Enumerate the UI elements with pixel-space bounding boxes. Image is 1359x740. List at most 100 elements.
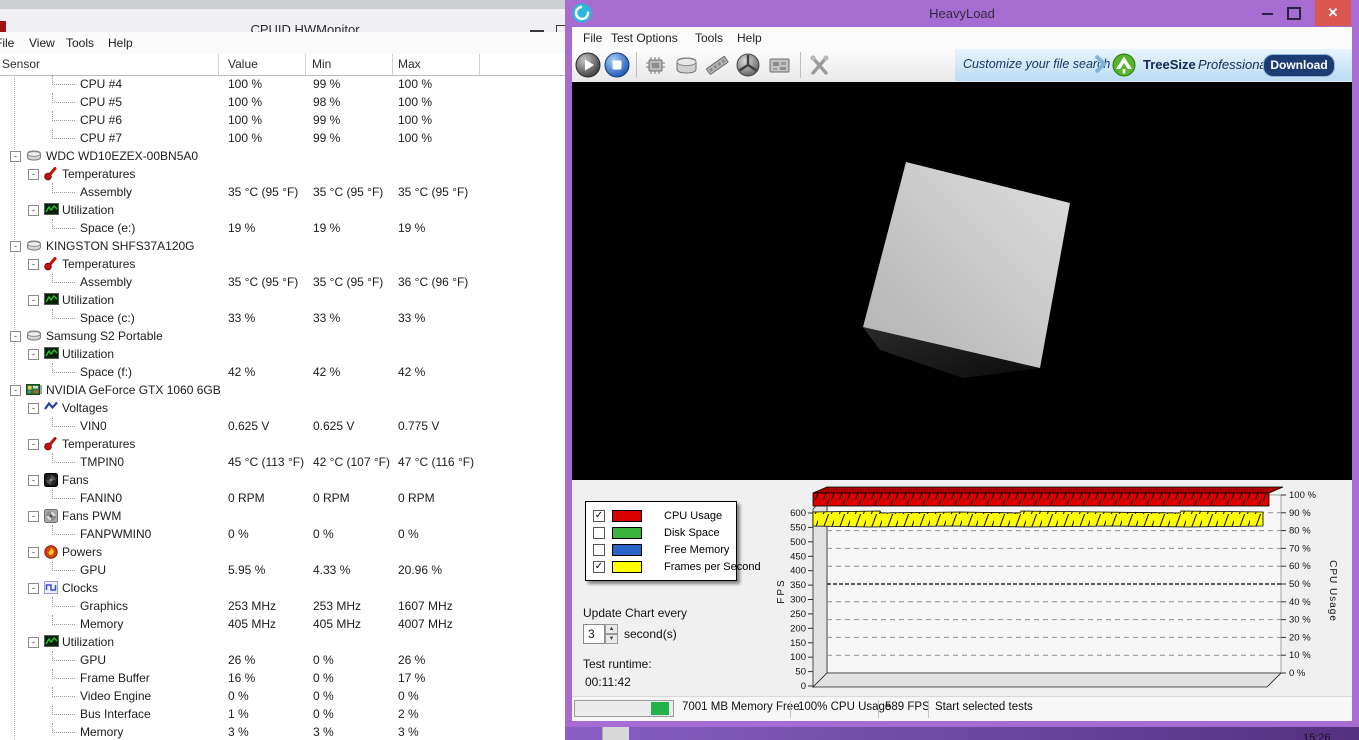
expand-toggle[interactable]: -: [28, 403, 39, 414]
tree-row[interactable]: Assembly35 °C (95 °F)35 °C (95 °F)35 °C …: [0, 183, 565, 201]
expand-toggle[interactable]: -: [10, 385, 21, 396]
tree-row[interactable]: CPU #7100 %99 %100 %: [0, 129, 565, 147]
tree-row[interactable]: CPU #6100 %99 %100 %: [0, 111, 565, 129]
tree-row[interactable]: Space (c:)33 %33 %33 %: [0, 309, 565, 327]
column-max[interactable]: Max: [398, 57, 421, 71]
tree-row[interactable]: -Samsung S2 Portable: [0, 327, 565, 345]
column-sensor[interactable]: Sensor: [2, 57, 40, 71]
disk-test-icon[interactable]: [673, 52, 700, 79]
expand-toggle[interactable]: -: [28, 547, 39, 558]
stop-test-button[interactable]: [604, 52, 631, 79]
menu-file[interactable]: File: [583, 31, 602, 45]
tree-row[interactable]: -Temperatures: [0, 165, 565, 183]
menu-help[interactable]: Help: [108, 36, 133, 50]
tree-row[interactable]: -KINGSTON SHFS37A120G: [0, 237, 565, 255]
tree-row[interactable]: CPU #4100 %99 %100 %: [0, 75, 565, 93]
stepper-up-button[interactable]: ▲: [605, 624, 618, 634]
tree-row[interactable]: VIN00.625 V0.625 V0.775 V: [0, 417, 565, 435]
expand-toggle[interactable]: -: [28, 169, 39, 180]
tree-row[interactable]: -Voltages: [0, 399, 565, 417]
sensor-max: 36 °C (96 °F): [398, 275, 468, 289]
sensor-max: 19 %: [398, 221, 425, 235]
svg-text:30 %: 30 %: [1289, 615, 1311, 626]
windows-taskbar[interactable]: 15:26: [565, 727, 1359, 740]
tree-row[interactable]: -Utilization: [0, 291, 565, 309]
tree-row[interactable]: Assembly35 °C (95 °F)35 °C (95 °F)36 °C …: [0, 273, 565, 291]
expand-toggle[interactable]: -: [28, 259, 39, 270]
legend-item: ✓Frames per Second: [586, 559, 736, 576]
column-separator[interactable]: [218, 54, 219, 75]
menu-help[interactable]: Help: [737, 31, 762, 45]
tree-row[interactable]: Memory405 MHz405 MHz4007 MHz: [0, 615, 565, 633]
tree-row[interactable]: FANIN00 RPM0 RPM0 RPM: [0, 489, 565, 507]
tree-row[interactable]: CPU #5100 %98 %100 %: [0, 93, 565, 111]
expand-toggle[interactable]: -: [10, 151, 21, 162]
expand-toggle[interactable]: -: [28, 439, 39, 450]
menu-tools[interactable]: Tools: [66, 36, 94, 50]
tree-row[interactable]: Memory3 %3 %3 %: [0, 723, 565, 740]
expand-toggle[interactable]: -: [28, 637, 39, 648]
start-test-button[interactable]: [575, 52, 602, 79]
sensor-name: Utilization: [62, 347, 114, 361]
tree-row[interactable]: Bus Interface1 %0 %2 %: [0, 705, 565, 723]
expand-toggle[interactable]: -: [10, 331, 21, 342]
gpu-test-icon[interactable]: [766, 52, 793, 79]
tree-row[interactable]: -Powers: [0, 543, 565, 561]
minimize-button[interactable]: [1262, 13, 1273, 15]
expand-toggle[interactable]: -: [28, 475, 39, 486]
memory-test-icon[interactable]: [704, 52, 731, 79]
tree-row[interactable]: -WDC WD10EZEX-00BN5A0: [0, 147, 565, 165]
close-button[interactable]: ✕: [1315, 0, 1351, 26]
hwmonitor-titlebar[interactable]: CPUID HWMonitor: [0, 9, 565, 32]
tree-row[interactable]: Space (f:)42 %42 %42 %: [0, 363, 565, 381]
tree-row[interactable]: -Fans: [0, 471, 565, 489]
expand-toggle[interactable]: -: [28, 205, 39, 216]
sphere-test-icon[interactable]: [735, 52, 762, 79]
sensor-name: CPU #7: [80, 131, 122, 145]
tree-row[interactable]: -Utilization: [0, 633, 565, 651]
stepper-down-button[interactable]: ▼: [605, 634, 618, 644]
column-separator[interactable]: [305, 54, 306, 75]
sensor-min: 98 %: [313, 95, 340, 109]
tree-row[interactable]: -Utilization: [0, 201, 565, 219]
settings-tools-icon[interactable]: [806, 52, 833, 79]
tree-row[interactable]: Graphics253 MHz253 MHz1607 MHz: [0, 597, 565, 615]
tree-row[interactable]: GPU26 %0 %26 %: [0, 651, 565, 669]
legend-checkbox[interactable]: [593, 527, 605, 539]
tree-row[interactable]: -Fans PWM: [0, 507, 565, 525]
ad-banner[interactable]: Customize your file search TreeSize Prof…: [955, 49, 1352, 81]
tree-row[interactable]: -Temperatures: [0, 255, 565, 273]
tree-row[interactable]: GPU5.95 %4.33 %20.96 %: [0, 561, 565, 579]
column-separator[interactable]: [392, 54, 393, 75]
column-separator[interactable]: [479, 54, 480, 75]
expand-toggle[interactable]: -: [28, 349, 39, 360]
interval-input[interactable]: 3: [583, 624, 605, 644]
tree-row[interactable]: Frame Buffer16 %0 %17 %: [0, 669, 565, 687]
cpu-test-icon[interactable]: [642, 52, 669, 79]
expand-toggle[interactable]: -: [28, 583, 39, 594]
tree-row[interactable]: - Utilization: [0, 345, 565, 363]
tree-row[interactable]: -Clocks: [0, 579, 565, 597]
menu-test-options[interactable]: Test Options: [611, 31, 678, 45]
expand-toggle[interactable]: -: [28, 511, 39, 522]
tree-row[interactable]: FANPWMIN00 %0 %0 %: [0, 525, 565, 543]
tree-row[interactable]: -Temperatures: [0, 435, 565, 453]
download-button[interactable]: Download: [1263, 54, 1335, 77]
tree-row[interactable]: -NVIDIA GeForce GTX 1060 6GB: [0, 381, 565, 399]
menu-file[interactable]: File: [0, 36, 14, 50]
legend-checkbox[interactable]: ✓: [593, 561, 605, 573]
column-value[interactable]: Value: [228, 57, 258, 71]
expand-toggle[interactable]: -: [10, 241, 21, 252]
menu-tools[interactable]: Tools: [695, 31, 723, 45]
performance-chart: 600550500450400350300250200150100500100 …: [770, 486, 1345, 694]
thermometer-icon: [44, 167, 60, 181]
tree-row[interactable]: TMPIN045 °C (113 °F)42 °C (107 °F)47 °C …: [0, 453, 565, 471]
column-min[interactable]: Min: [312, 57, 331, 71]
maximize-button[interactable]: [1287, 7, 1301, 20]
legend-checkbox[interactable]: [593, 544, 605, 556]
expand-toggle[interactable]: -: [28, 295, 39, 306]
menu-view[interactable]: View: [29, 36, 55, 50]
tree-row[interactable]: Space (e:)19 %19 %19 %: [0, 219, 565, 237]
legend-checkbox[interactable]: ✓: [593, 510, 605, 522]
tree-row[interactable]: Video Engine0 %0 %0 %: [0, 687, 565, 705]
